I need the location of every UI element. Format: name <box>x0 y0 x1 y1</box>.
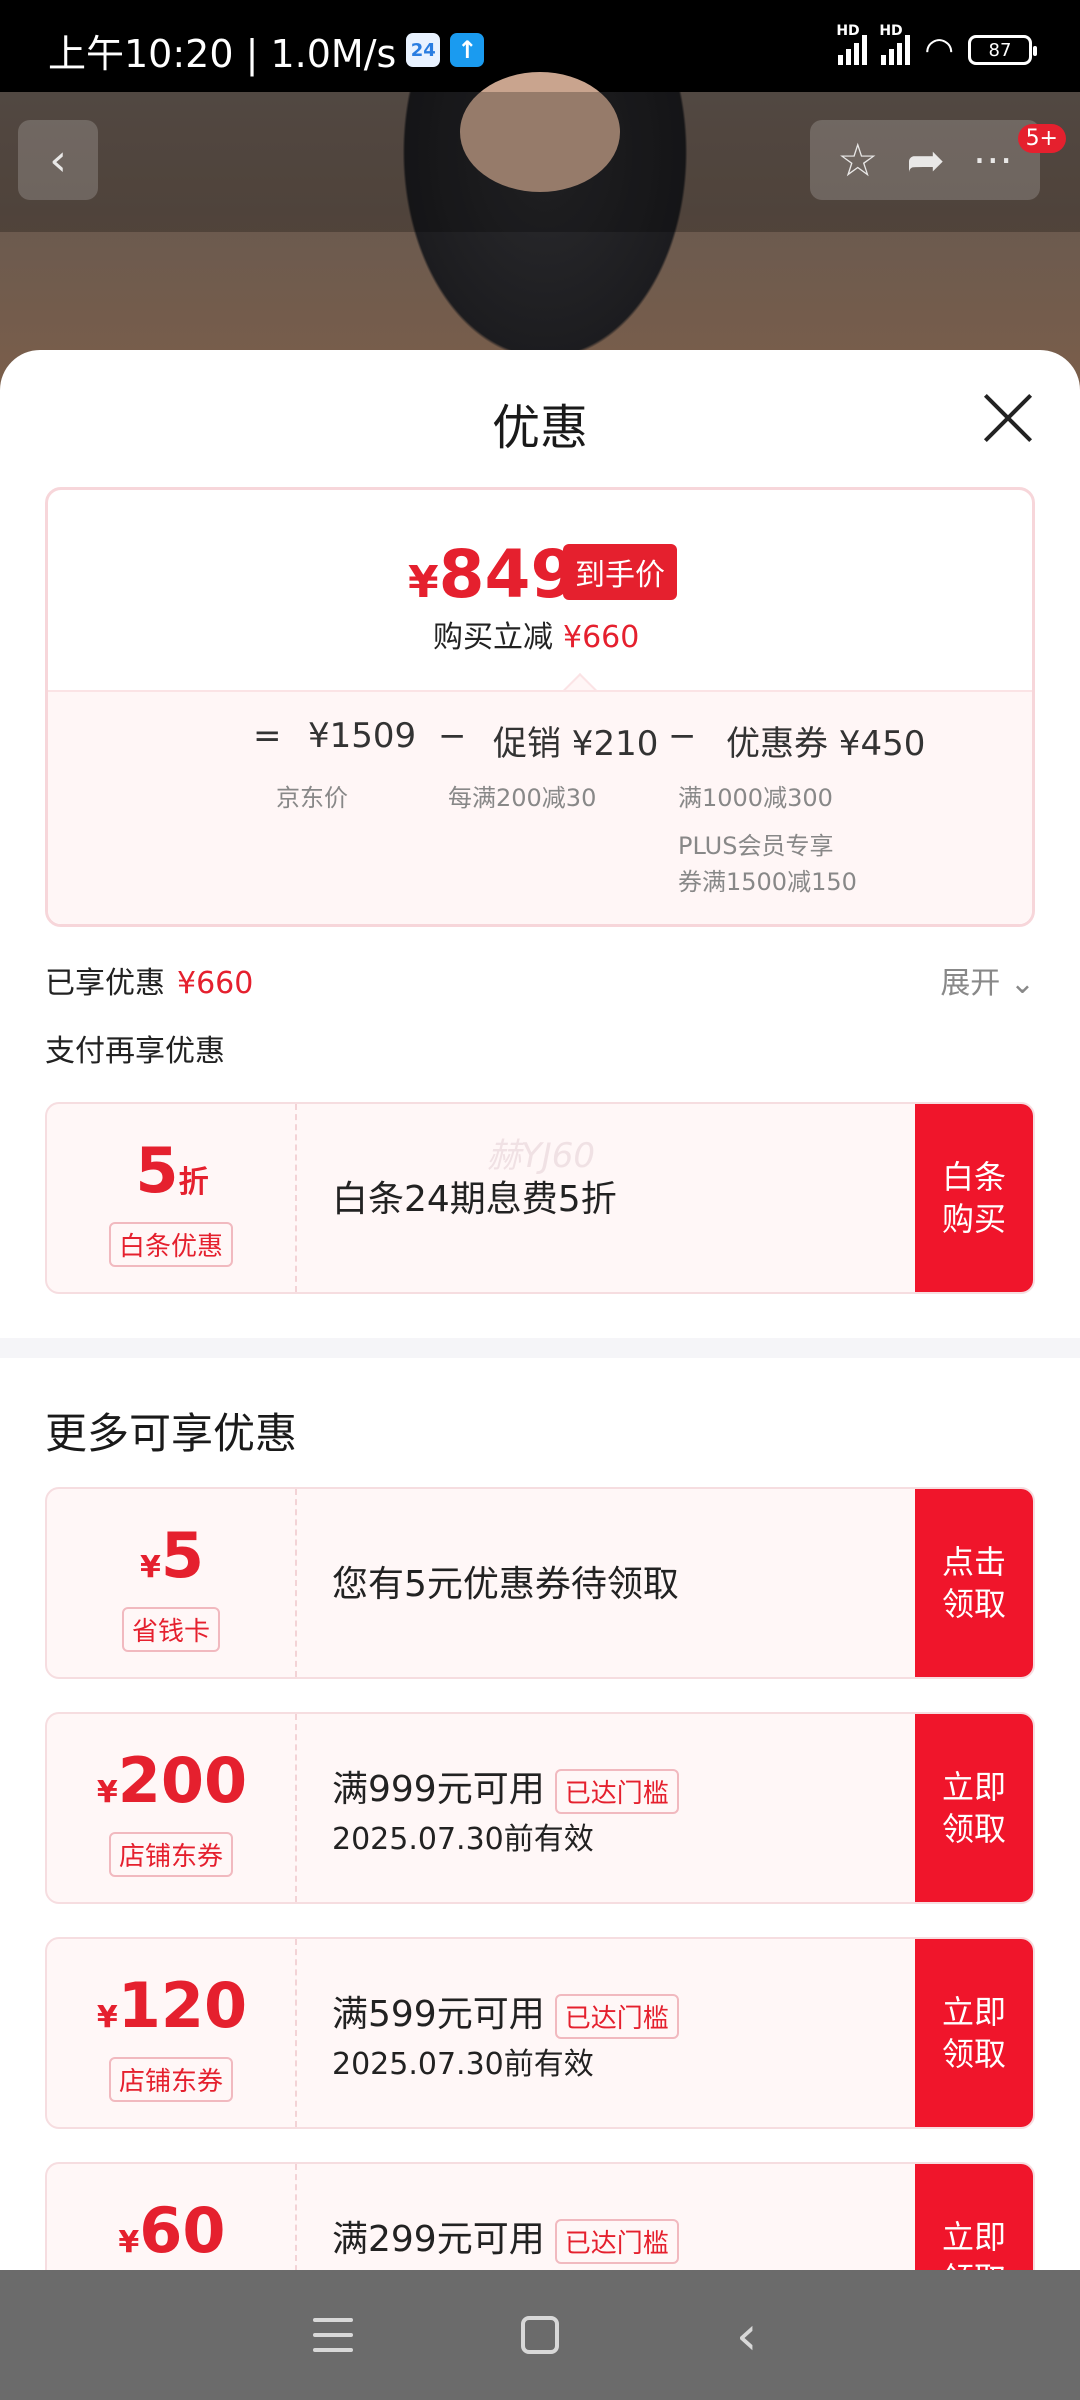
share-icon[interactable]: ➦ <box>906 133 945 187</box>
chevron-left-icon: ‹ <box>49 134 67 186</box>
claim-button[interactable]: 立即领取 <box>915 1714 1033 1902</box>
star-icon[interactable]: ☆ <box>837 133 878 187</box>
claim-button[interactable]: 立即领取 <box>915 2164 1033 2270</box>
battery-icon: 87 <box>968 35 1037 65</box>
price-card: ¥849 到手价 购买立减 ¥660 = ¥1509 − 促销 ¥210 − 优惠… <box>45 487 1035 927</box>
back-button[interactable]: ‹ <box>18 120 98 200</box>
discount-sheet: 优惠 ¥849 到手价 购买立减 ¥660 = ¥1509 − 促销 ¥210 −… <box>0 350 1080 2270</box>
coupon-desc-3: 券满1500减150 <box>678 868 857 896</box>
baitiao-offer: 5折 白条优惠 赫YJ60 白条24期息费5折 白条 购买 <box>45 1102 1035 1294</box>
signal-icon-2: HD <box>879 23 911 65</box>
menu-icon[interactable] <box>293 2295 373 2375</box>
coupon-value: ¥5 <box>139 1519 204 1592</box>
sheet-title: 优惠 <box>491 400 588 456</box>
calendar-icon: 24 <box>406 33 441 67</box>
jd-price: ¥1509 <box>308 716 417 756</box>
coupon-expiry: 2025.07.30前有效 <box>332 2047 594 2082</box>
chevron-down-icon: ⌄ <box>1009 966 1035 1001</box>
claim-button[interactable]: 点击 领取 <box>915 1489 1033 1677</box>
coupon-threshold: 满999元可用 已达门槛 <box>332 1760 679 1814</box>
status-time: 上午10:20 | 1.0M/s <box>48 31 397 76</box>
enjoyed-discount: 已享优惠 ¥660 <box>45 966 254 1001</box>
back-icon[interactable]: ‹ <box>707 2295 787 2375</box>
coupon-desc-1: 满1000减300 <box>678 784 833 812</box>
coupon-card: ¥120 店铺东券 满599元可用 已达门槛 2025.07.30前有效 立即 领取 <box>45 1937 1035 2129</box>
message-badge: 5+ <box>1017 124 1066 153</box>
close-icon[interactable] <box>980 390 1036 446</box>
home-icon[interactable] <box>500 2295 580 2375</box>
baitiao-value: 5折 <box>135 1134 209 1207</box>
signal-icon: HD <box>836 23 868 65</box>
formula-minus-1: − <box>438 716 467 756</box>
formula-minus-2: − <box>668 716 697 756</box>
coupon-tag: 店铺东券 <box>108 1832 234 1877</box>
top-actions: ☆ ➦ ⋯ <box>810 120 1040 200</box>
promo-desc: 每满200减30 <box>448 784 597 812</box>
baitiao-tag: 白条优惠 <box>108 1222 234 1267</box>
baitiao-buy-button[interactable]: 白条 购买 <box>915 1104 1033 1292</box>
formula-equals: = <box>253 716 282 756</box>
coupon-desc: 您有5元优惠券待领取 <box>332 1564 679 1605</box>
expand-button[interactable]: 展开 ⌄ <box>940 958 1035 1002</box>
coupon-value: ¥120 <box>96 1969 248 2042</box>
jd-price-label: 京东价 <box>276 784 348 812</box>
coupon-card: ¥5 省钱卡 您有5元优惠券待领取 点击 领取 <box>45 1487 1035 1679</box>
more-offers-title: 更多可享优惠 <box>45 1409 298 1458</box>
buy-reduce: 购买立减 ¥660 <box>433 620 640 655</box>
claim-button[interactable]: 立即领取 <box>915 1939 1033 2127</box>
wifi-icon: ◠ <box>924 30 954 70</box>
pay-more-label: 支付再享优惠 <box>45 1034 225 1069</box>
section-divider <box>0 1338 1080 1358</box>
coupon-threshold: 满299元可用 已达门槛 <box>332 2210 679 2264</box>
threshold-reached-badge: 已达门槛 <box>554 1768 679 1814</box>
baitiao-desc: 白条24期息费5折 <box>332 1179 617 1220</box>
coupon-desc-2: PLUS会员专享 <box>678 832 834 860</box>
coupon-tag: 省钱卡 <box>121 1607 221 1652</box>
coupon-expiry: 2025.07.30前有效 <box>332 1822 594 1857</box>
coupon-card: ¥200 店铺东券 满999元可用 已达门槛 2025.07.30前有效 立即 领取 <box>45 1712 1035 1904</box>
coupon-tag: 店铺东券 <box>108 2057 234 2102</box>
threshold-reached-badge: 已达门槛 <box>554 2218 679 2264</box>
promo-amount: 促销 ¥210 <box>493 724 659 764</box>
final-price-tag: 到手价 <box>563 544 677 600</box>
threshold-reached-badge: 已达门槛 <box>554 1993 679 2039</box>
coupon-card: ¥60 满299元可用已达门槛 立即领取 <box>45 2162 1035 2270</box>
final-price: ¥849 <box>408 536 577 613</box>
upload-arrow-icon: ↑ <box>450 33 485 67</box>
coupon-threshold: 满599元可用 已达门槛 <box>332 1985 679 2039</box>
more-icon[interactable]: ⋯ <box>973 137 1013 183</box>
coupon-value: ¥200 <box>96 1744 248 1817</box>
coupon-value: ¥60 <box>118 2194 226 2267</box>
system-nav-bar: ‹ <box>0 2270 1080 2400</box>
price-formula: = ¥1509 − 促销 ¥210 − 优惠券 ¥450 京东价 每满200减3… <box>48 690 1032 924</box>
coupon-amount: 优惠券 ¥450 <box>726 724 926 764</box>
